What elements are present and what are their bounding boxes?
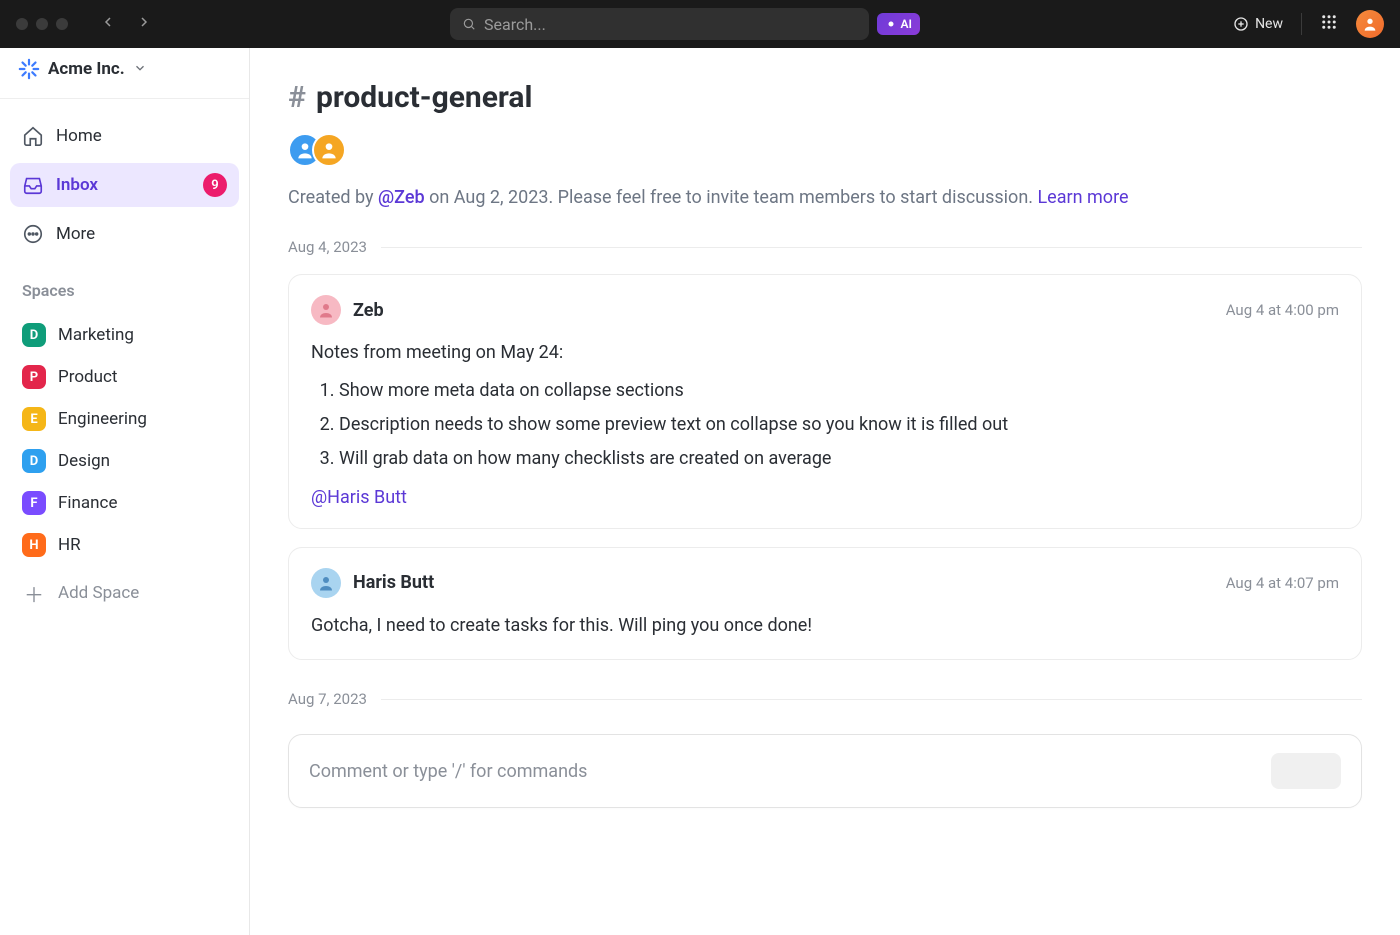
space-item[interactable]: E Engineering	[10, 398, 239, 440]
back-button[interactable]	[94, 12, 122, 37]
message-body: Gotcha, I need to create tasks for this.…	[311, 612, 1339, 640]
message-author: Haris Butt	[353, 572, 434, 593]
message-mention[interactable]: @Haris Butt	[311, 487, 1339, 508]
space-item[interactable]: F Finance	[10, 482, 239, 524]
forward-button[interactable]	[130, 12, 158, 37]
traffic-light-min[interactable]	[36, 18, 48, 30]
space-name: Design	[58, 451, 110, 471]
send-button[interactable]	[1271, 753, 1341, 789]
message-card: Haris Butt Aug 4 at 4:07 pm Gotcha, I ne…	[288, 547, 1362, 661]
comment-composer[interactable]: Comment or type '/' for commands	[288, 734, 1362, 808]
spaces-section-label: Spaces	[10, 261, 239, 308]
new-button[interactable]: New	[1233, 16, 1283, 32]
list-item: Show more meta data on collapse sections	[339, 377, 1339, 405]
space-name: Marketing	[58, 325, 134, 345]
main-content: # product-general Created by @Zeb on Aug…	[250, 48, 1400, 935]
user-avatar[interactable]	[1356, 10, 1384, 38]
space-badge: D	[22, 449, 46, 473]
person-icon	[319, 140, 339, 160]
hash-icon: #	[288, 80, 306, 115]
topbar: Search... AI New	[0, 0, 1400, 48]
message-time: Aug 4 at 4:07 pm	[1226, 574, 1339, 592]
person-icon	[1362, 16, 1378, 32]
space-name: HR	[58, 535, 81, 555]
space-name: Engineering	[58, 409, 147, 429]
apps-grid-icon	[1320, 13, 1338, 31]
inbox-badge: 9	[203, 173, 227, 197]
nav-more-label: More	[56, 224, 95, 244]
channel-header: # product-general	[288, 80, 1362, 115]
nav-home[interactable]: Home	[10, 115, 239, 157]
new-label: New	[1255, 16, 1283, 32]
message-author: Zeb	[353, 300, 384, 321]
workspace-logo-icon	[18, 58, 40, 80]
person-icon	[317, 574, 335, 592]
search-placeholder: Search...	[484, 15, 546, 34]
channel-name: product-general	[316, 80, 533, 115]
space-badge: E	[22, 407, 46, 431]
date-label: Aug 7, 2023	[288, 690, 367, 708]
add-space-button[interactable]: ＋ Add Space	[10, 572, 239, 614]
learn-more-link[interactable]: Learn more	[1037, 187, 1128, 208]
window-controls	[16, 18, 68, 30]
message-time: Aug 4 at 4:00 pm	[1226, 301, 1339, 319]
inbox-icon	[22, 174, 44, 196]
history-nav	[94, 12, 158, 37]
more-icon	[22, 223, 44, 245]
list-item: Will grab data on how many checklists ar…	[339, 445, 1339, 473]
nav-home-label: Home	[56, 126, 102, 146]
nav-inbox-label: Inbox	[56, 175, 98, 195]
space-item[interactable]: D Marketing	[10, 314, 239, 356]
message-card: Zeb Aug 4 at 4:00 pm Notes from meeting …	[288, 274, 1362, 529]
creator-mention[interactable]: @Zeb	[378, 187, 425, 208]
traffic-light-close[interactable]	[16, 18, 28, 30]
apps-button[interactable]	[1320, 13, 1338, 35]
space-badge: P	[22, 365, 46, 389]
traffic-light-max[interactable]	[56, 18, 68, 30]
sparkle-icon	[885, 18, 897, 30]
workspace-name: Acme Inc.	[48, 59, 125, 79]
author-avatar[interactable]	[311, 295, 341, 325]
author-avatar[interactable]	[311, 568, 341, 598]
nav-more[interactable]: More	[10, 213, 239, 255]
divider	[1301, 13, 1302, 35]
channel-members[interactable]	[288, 133, 1362, 167]
person-icon	[317, 301, 335, 319]
search-input[interactable]: Search...	[450, 8, 869, 40]
sidebar: Acme Inc. Home Inbox 9 More Spaces D Mark…	[0, 48, 250, 935]
space-badge: D	[22, 323, 46, 347]
list-item: Description needs to show some preview t…	[339, 411, 1339, 439]
date-divider: Aug 7, 2023	[288, 690, 1362, 708]
member-avatar	[312, 133, 346, 167]
composer-placeholder: Comment or type '/' for commands	[309, 761, 1271, 782]
chevron-down-icon	[133, 60, 147, 79]
workspace-switcher[interactable]: Acme Inc.	[0, 48, 249, 99]
message-body: Notes from meeting on May 24: Show more …	[311, 339, 1339, 473]
add-space-label: Add Space	[58, 583, 139, 603]
space-name: Finance	[58, 493, 117, 513]
space-badge: H	[22, 533, 46, 557]
space-badge: F	[22, 491, 46, 515]
ai-button[interactable]: AI	[877, 13, 920, 35]
space-item[interactable]: H HR	[10, 524, 239, 566]
date-label: Aug 4, 2023	[288, 238, 367, 256]
channel-description: Created by @Zeb on Aug 2, 2023. Please f…	[288, 187, 1362, 208]
home-icon	[22, 125, 44, 147]
search-icon	[462, 17, 476, 31]
plus-icon: ＋	[22, 581, 46, 605]
ai-label: AI	[901, 17, 912, 31]
space-item[interactable]: P Product	[10, 356, 239, 398]
nav-inbox[interactable]: Inbox 9	[10, 163, 239, 207]
space-item[interactable]: D Design	[10, 440, 239, 482]
space-name: Product	[58, 367, 117, 387]
date-divider: Aug 4, 2023	[288, 238, 1362, 256]
plus-circle-icon	[1233, 16, 1249, 32]
